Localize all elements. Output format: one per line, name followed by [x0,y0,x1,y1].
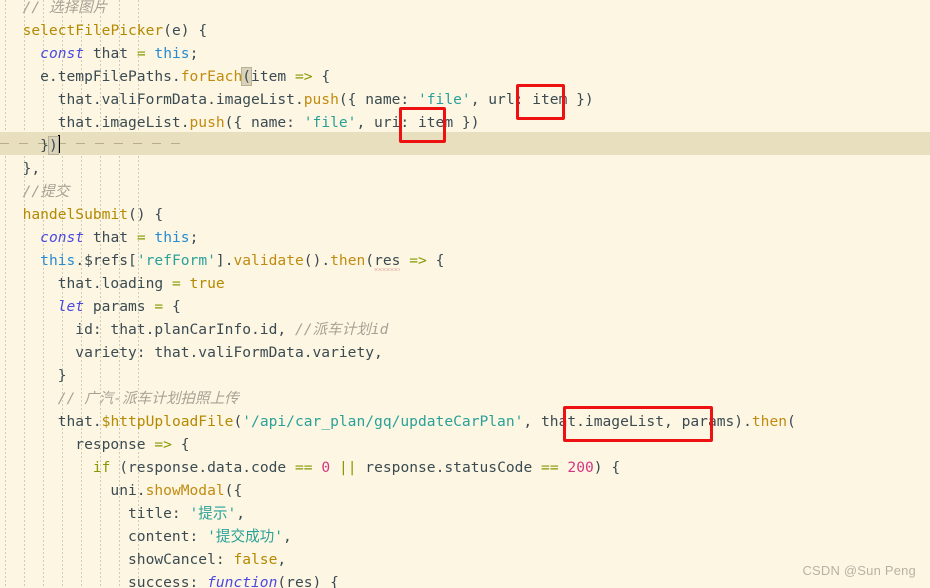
text-caret [57,135,60,153]
keyword-this: this [154,45,190,62]
code-line[interactable]: // 选择图片 [0,0,930,19]
code-line[interactable]: if (response.data.code == 0 || response.… [0,456,930,479]
fn-select-file-picker: selectFilePicker [22,22,164,39]
comment-submit: //提交 [22,183,70,200]
code-line[interactable]: this.$refs['refForm'].validate().then(re… [0,249,930,272]
keyword-const: const [40,45,85,62]
code-line[interactable]: showCancel: false, [0,548,930,571]
code-line[interactable]: content: '提交成功', [0,525,930,548]
literal-false: false [233,551,278,568]
code-line[interactable]: success: function(res) { [0,571,930,588]
arg-that-imagelist: that.imageList [541,413,665,430]
code-line[interactable]: variety: that.valiFormData.variety, [0,341,930,364]
code-line[interactable]: selectFilePicker(e) { [0,19,930,42]
fn-http-upload-file: $httpUploadFile [101,413,234,430]
code-line[interactable]: // 广汽-派车计划拍照上传 [0,387,930,410]
code-line[interactable]: }, [0,157,930,180]
keyword-function: function [207,574,278,588]
fn-then: then [751,413,788,430]
code-line[interactable]: const that = this; [0,226,930,249]
string-title-hint: '提示' [189,505,237,522]
code-line[interactable]: e.tempFilePaths.forEach(item => { [0,65,930,88]
fn-for-each: forEach [180,68,243,85]
code-line[interactable]: id: that.planCarInfo.id, //派车计划id [0,318,930,341]
code-line[interactable]: let params = { [0,295,930,318]
fn-handel-submit: handelSubmit [22,206,129,223]
code-line[interactable]: title: '提示', [0,502,930,525]
string-api-path: '/api/car_plan/gq/updateCarPlan' [242,413,524,430]
string-content-success: '提交成功' [207,528,284,545]
code-line[interactable]: that.valiFormData.imageList.push({ name:… [0,88,930,111]
code-line[interactable]: that.imageList.push({ name: 'file', uri:… [0,111,930,134]
comment-plan-id: //派车计划id [294,321,389,338]
keyword-let: let [57,298,85,315]
keyword-if: if [92,459,111,476]
keyword-const: const [40,229,85,246]
code-line[interactable]: const that = this; [0,42,930,65]
code-line[interactable]: response => { [0,433,930,456]
fn-push: push [189,114,225,131]
number-zero: 0 [321,459,331,476]
comment-select-image: // 选择图片 [22,0,108,16]
code-line[interactable]: that.$httpUploadFile('/api/car_plan/gq/u… [0,410,930,433]
matching-bracket: ) [47,136,59,155]
code-line[interactable]: that.loading = true [0,272,930,295]
code-line[interactable]: //提交 [0,180,930,203]
fn-validate: validate [233,252,304,269]
csdn-watermark: CSDN @Sun Peng [802,562,916,578]
literal-true: true [189,275,225,292]
keyword-this: this [40,252,76,269]
code-editor-viewport[interactable]: // 选择图片 selectFilePicker(e) { const that… [0,0,930,588]
code-line[interactable]: handelSubmit() { [0,203,930,226]
fn-show-modal: showModal [145,482,225,499]
number-two-hundred: 200 [567,459,594,476]
string-ref-form: 'refForm' [136,252,216,269]
string-file: 'file' [303,114,357,131]
fn-push: push [303,91,339,108]
code-line-current[interactable]: }) [0,134,930,157]
code-line[interactable]: } [0,364,930,387]
code-content[interactable]: // 选择图片 selectFilePicker(e) { const that… [0,0,930,588]
comment-gac-upload: // 广汽-派车计划拍照上传 [57,390,239,407]
keyword-this: this [154,229,190,246]
string-file: 'file' [417,91,471,108]
fn-then: then [330,252,366,269]
code-line[interactable]: uni.showModal({ [0,479,930,502]
identifier-res: res [374,252,401,269]
